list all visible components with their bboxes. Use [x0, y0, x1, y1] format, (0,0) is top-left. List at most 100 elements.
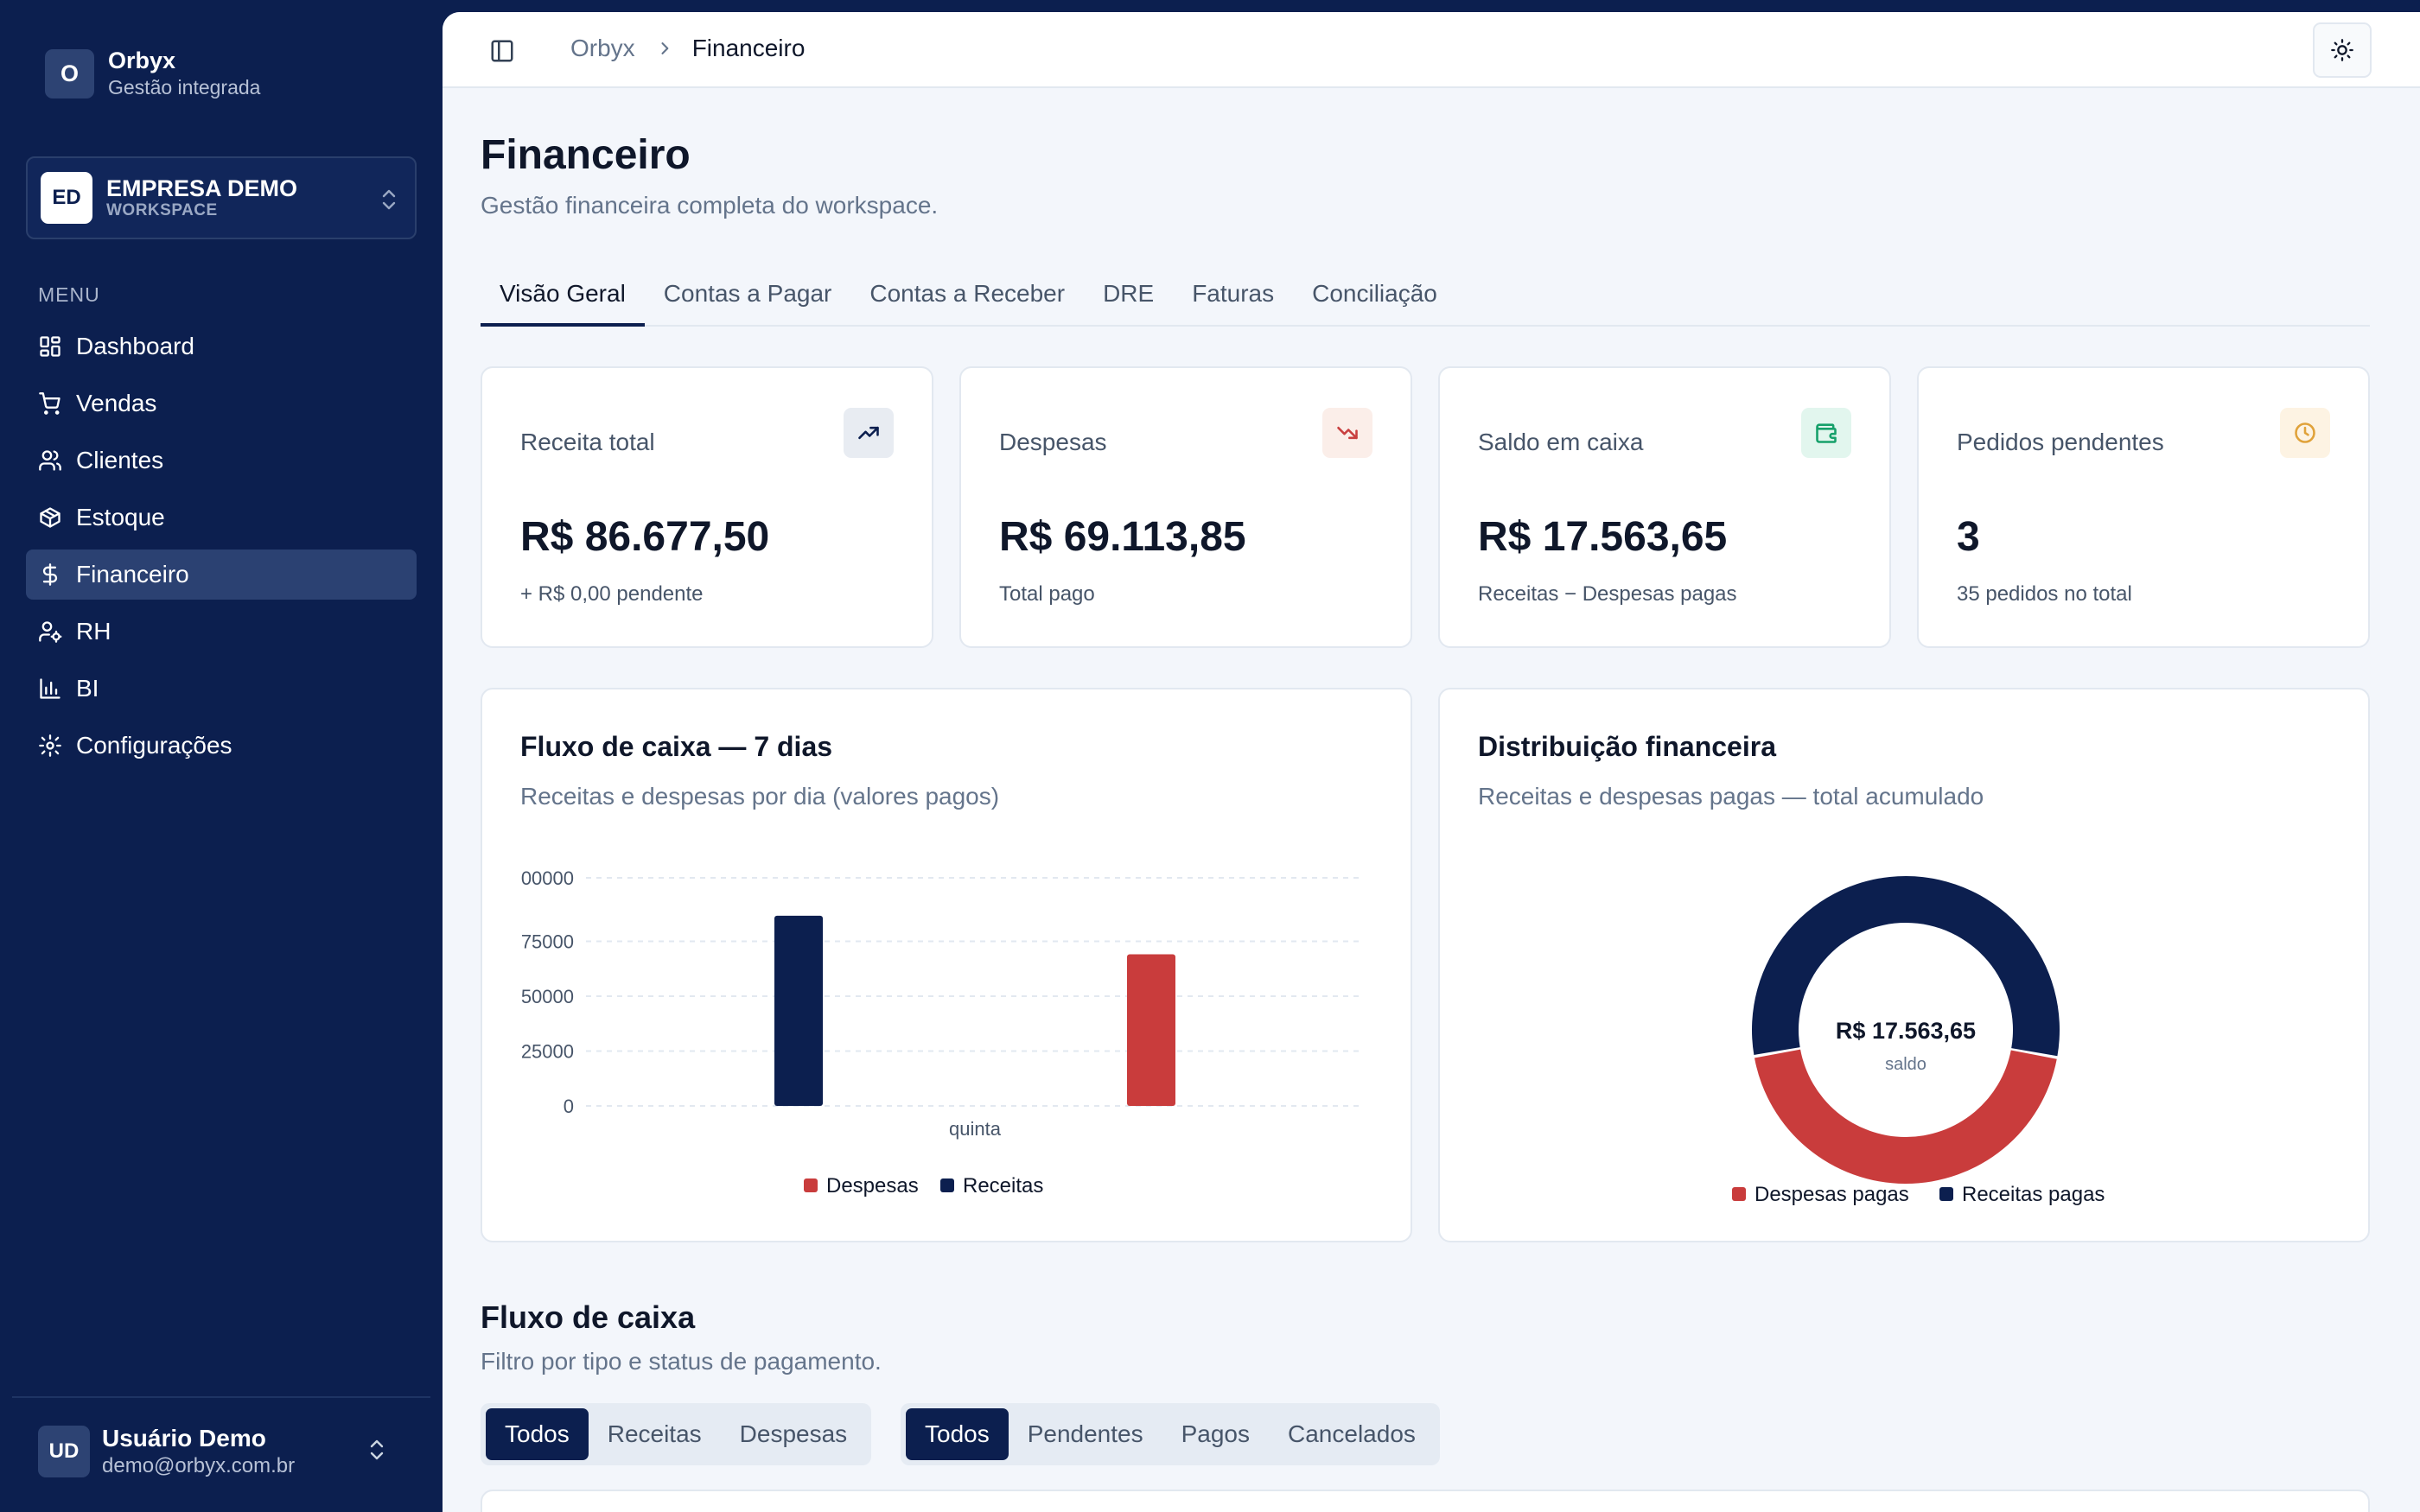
page-subtitle: Gestão financeira completa do workspace.	[481, 192, 939, 219]
sidebar-item-label: Estoque	[76, 504, 165, 530]
breadcrumb-root[interactable]: Orbyx	[570, 35, 635, 62]
sidebar-item-vendas[interactable]: Vendas	[26, 378, 417, 429]
legend-label: Receitas	[963, 1174, 1043, 1198]
workspace-switcher[interactable]: ED EMPRESA DEMO WORKSPACE	[26, 156, 417, 239]
main-menu: Dashboard Vendas Clientes Estoque Financ…	[26, 321, 417, 778]
dollar-icon	[42, 563, 58, 586]
section-subtitle: Filtro por tipo e status de pagamento.	[481, 1348, 882, 1375]
cart-icon	[39, 392, 60, 415]
y-tick-label: 00000	[521, 867, 574, 889]
user-cog-icon	[39, 621, 62, 643]
type-filter: Todos Receitas Despesas	[481, 1403, 872, 1465]
legend-swatch	[804, 1178, 818, 1192]
sidebar-item-bi[interactable]: BI	[26, 664, 417, 714]
theme-toggle-button[interactable]	[2313, 22, 2372, 78]
tab-contas-a-receber[interactable]: Contas a Receber	[850, 271, 1084, 327]
filter-status-cancelados[interactable]: Cancelados	[1269, 1408, 1435, 1460]
tab-faturas[interactable]: Faturas	[1173, 271, 1293, 327]
y-tick-label: 25000	[521, 1041, 574, 1063]
sidebar-toggle-icon[interactable]	[489, 38, 515, 64]
brand-logo: O	[45, 48, 94, 98]
breadcrumb-current: Financeiro	[691, 35, 806, 61]
y-tick-label: 0	[564, 1096, 574, 1117]
users-icon	[39, 450, 61, 471]
stat-card-pedidos: Pedidos pendentes 3 35 pedidos no total	[1917, 366, 2370, 648]
sidebar-item-configuracoes[interactable]: Configurações	[26, 721, 417, 771]
legend-swatch	[940, 1178, 954, 1192]
filter-status-pagos[interactable]: Pagos	[1162, 1408, 1269, 1460]
sidebar-item-financeiro[interactable]: Financeiro	[26, 550, 417, 600]
sidebar: O Orbyx Gestão integrada ED EMPRESA DEMO…	[0, 0, 443, 1512]
chevrons-up-down-icon	[370, 1439, 384, 1460]
stats-row: Receita total R$ 86.677,50 + R$ 0,00 pen…	[481, 366, 2370, 648]
tab-contas-a-pagar[interactable]: Contas a Pagar	[645, 271, 851, 327]
workspace-logo: ED	[41, 172, 92, 224]
y-tick-label: 75000	[521, 931, 574, 953]
brand[interactable]: O Orbyx Gestão integrada	[45, 47, 260, 100]
stat-card-despesas: Despesas R$ 69.113,85 Total pago	[959, 366, 1412, 648]
gear-icon	[39, 734, 61, 757]
main-content: Orbyx Financeiro Financeiro Gestão finan…	[443, 12, 2420, 1512]
sidebar-item-label: Vendas	[76, 390, 157, 416]
bar-chart: 0 25000 50000 75000 00000 quinta Despesas Recei…	[521, 867, 1364, 1198]
filter-status-todos[interactable]: Todos	[906, 1408, 1009, 1460]
legend-label: Despesas	[826, 1174, 919, 1198]
legend-label: Despesas pagas	[1754, 1183, 1909, 1206]
sun-icon	[2331, 39, 2353, 61]
cashflow-chart-card: Fluxo de caixa — 7 dias Receitas e despe…	[481, 688, 1412, 1242]
stat-card-saldo: Saldo em caixa R$ 17.563,65 Receitas − D…	[1438, 366, 1891, 648]
wallet-icon	[1801, 408, 1851, 458]
distribution-chart-card: Distribuição financeira Receitas e despe…	[1438, 688, 2370, 1242]
stat-note: Receitas − Despesas pagas	[1478, 582, 1737, 606]
stat-label: Saldo em caixa	[1478, 429, 1644, 455]
x-tick-label: quinta	[949, 1118, 1002, 1140]
sidebar-item-label: RH	[76, 618, 111, 645]
tab-visao-geral[interactable]: Visão Geral	[481, 271, 645, 327]
stat-label: Pedidos pendentes	[1957, 429, 2164, 455]
legend-swatch	[1732, 1187, 1746, 1201]
brand-subtitle: Gestão integrada	[108, 76, 261, 98]
tab-conciliacao[interactable]: Conciliação	[1293, 271, 1456, 327]
filter-type-despesas[interactable]: Despesas	[721, 1408, 867, 1460]
stat-note: 35 pedidos no total	[1957, 582, 2132, 606]
cashflow-table	[481, 1490, 2370, 1512]
sidebar-item-dashboard[interactable]: Dashboard	[26, 321, 417, 372]
dashboard-icon	[40, 336, 60, 357]
sidebar-item-estoque[interactable]: Estoque	[26, 492, 417, 543]
trending-up-icon	[844, 408, 894, 458]
user-menu[interactable]: UD Usuário Demo demo@orbyx.com.br	[12, 1396, 430, 1512]
stat-value: R$ 86.677,50	[520, 514, 770, 560]
breadcrumb: Orbyx Financeiro	[570, 35, 805, 62]
bar-receitas[interactable]	[774, 915, 823, 1106]
tabs: Visão Geral Contas a Pagar Contas a Rece…	[481, 271, 2370, 327]
stat-card-receita: Receita total R$ 86.677,50 + R$ 0,00 pen…	[481, 366, 933, 648]
filter-type-receitas[interactable]: Receitas	[589, 1408, 721, 1460]
sidebar-item-rh[interactable]: RH	[26, 607, 417, 657]
stat-note: Total pago	[999, 582, 1095, 606]
stat-value: R$ 69.113,85	[999, 514, 1246, 560]
page-title: Financeiro	[481, 132, 691, 178]
stat-label: Despesas	[999, 429, 1107, 455]
legend-swatch	[1939, 1187, 1953, 1201]
filter-type-todos[interactable]: Todos	[486, 1408, 589, 1460]
bar-chart-icon	[40, 678, 60, 699]
chevrons-up-down-icon	[382, 189, 396, 210]
brand-name: Orbyx	[108, 48, 176, 73]
filter-status-pendentes[interactable]: Pendentes	[1009, 1408, 1162, 1460]
stat-value: R$ 17.563,65	[1478, 514, 1728, 560]
sidebar-item-label: Clientes	[76, 447, 164, 473]
bar-despesas[interactable]	[1127, 954, 1175, 1106]
sidebar-item-label: BI	[76, 675, 99, 702]
stat-value: 3	[1957, 514, 1980, 560]
clock-icon	[2280, 408, 2330, 458]
menu-title: MENU	[38, 283, 100, 306]
legend-label: Receitas pagas	[1962, 1183, 2105, 1206]
stat-label: Receita total	[520, 429, 655, 455]
user-email: demo@orbyx.com.br	[102, 1454, 296, 1477]
user-name: Usuário Demo	[102, 1425, 266, 1452]
sidebar-item-clientes[interactable]: Clientes	[26, 435, 417, 486]
tab-dre[interactable]: DRE	[1084, 271, 1173, 327]
chevron-right-icon	[661, 42, 669, 54]
donut-center-label: saldo	[1885, 1055, 1926, 1074]
topbar: Orbyx Financeiro	[443, 12, 2420, 88]
